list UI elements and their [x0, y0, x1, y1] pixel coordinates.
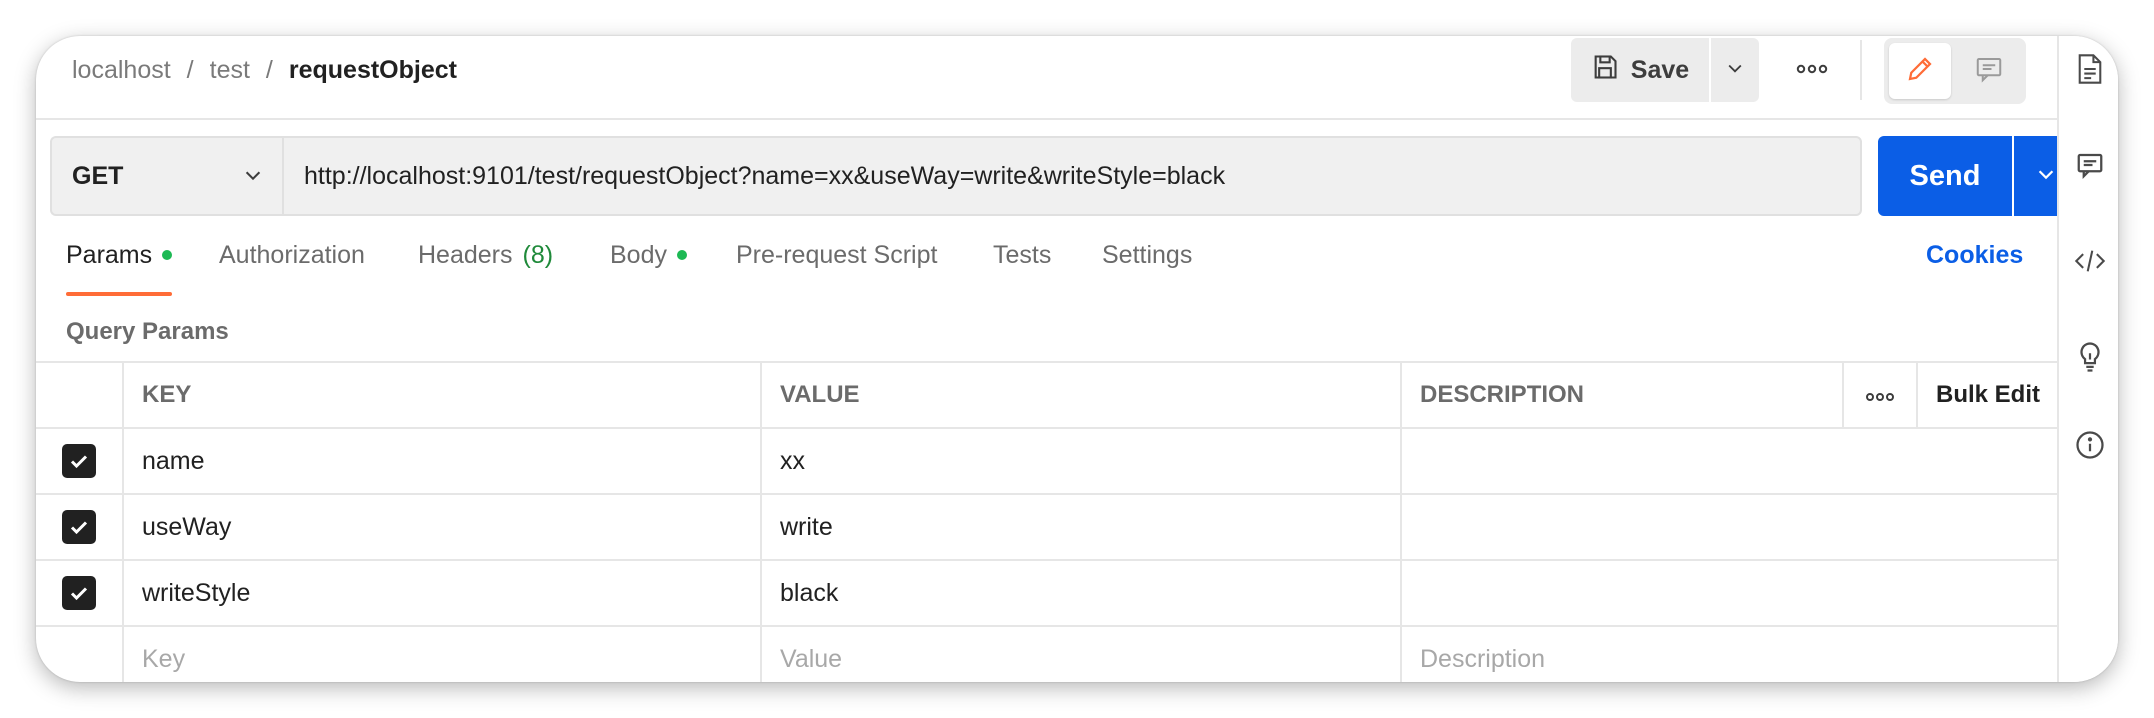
breadcrumb-separator: /	[265, 56, 273, 84]
save-button[interactable]: Save	[1571, 38, 1709, 102]
right-sidebar	[2057, 36, 2118, 682]
param-description[interactable]	[1402, 561, 2058, 625]
chevron-down-icon	[1725, 58, 1745, 83]
active-tab-indicator	[66, 292, 172, 296]
tab-prerequest-script[interactable]: Pre-request Script	[736, 240, 937, 270]
request-window: localhost / test / requestObject Save GE…	[36, 36, 2118, 682]
bulk-edit-button[interactable]: Bulk Edit	[1918, 363, 2058, 427]
status-dot	[162, 250, 173, 260]
column-options-button[interactable]	[1844, 363, 1918, 427]
method-select[interactable]: GET	[50, 136, 282, 216]
floppy-disk-icon	[1591, 53, 1619, 88]
breadcrumb: localhost / test / requestObject	[72, 56, 457, 84]
header-checkbox-cell	[36, 363, 124, 427]
tab-params[interactable]: Params	[66, 240, 173, 270]
param-value[interactable]: xx	[762, 429, 1402, 493]
breadcrumb-item-collection[interactable]: localhost	[72, 56, 171, 84]
save-options-button[interactable]	[1711, 38, 1759, 102]
row-checkbox-cell	[36, 627, 124, 682]
param-description[interactable]	[1402, 429, 2058, 493]
table-header-row: KEY VALUE DESCRIPTION Bulk Edit	[36, 363, 2058, 429]
column-header-value: VALUE	[762, 363, 1402, 427]
table-row: name xx	[36, 429, 2058, 495]
table-row-new: Key Value Description	[36, 627, 2058, 682]
new-description-input[interactable]: Description	[1402, 627, 2058, 682]
breadcrumb-item-folder[interactable]: test	[210, 56, 250, 84]
tab-settings[interactable]: Settings	[1102, 240, 1192, 270]
row-checkbox-cell	[36, 561, 124, 625]
query-params-table: KEY VALUE DESCRIPTION Bulk Edit name xx	[36, 361, 2058, 682]
chevron-down-icon	[242, 164, 264, 193]
send-button[interactable]: Send	[1878, 136, 2012, 216]
comment-mode-button[interactable]	[1958, 43, 2020, 99]
cookies-link[interactable]: Cookies	[1926, 240, 2023, 270]
row-checkbox[interactable]	[62, 444, 96, 478]
save-label: Save	[1630, 55, 1690, 84]
tab-tests[interactable]: Tests	[993, 240, 1051, 270]
ellipsis-icon	[1796, 61, 1828, 79]
column-header-description: DESCRIPTION	[1402, 363, 1844, 427]
url-input[interactable]: http://localhost:9101/test/requestObject…	[282, 136, 1862, 216]
info-icon[interactable]	[2073, 428, 2107, 462]
tab-headers[interactable]: Headers (8)	[418, 240, 553, 270]
new-value-input[interactable]: Value	[762, 627, 1402, 682]
row-checkbox-cell	[36, 495, 124, 559]
checkmark-icon	[70, 587, 88, 601]
param-value[interactable]: write	[762, 495, 1402, 559]
more-actions-button[interactable]	[1782, 38, 1842, 102]
param-key[interactable]: name	[124, 429, 762, 493]
headers-count-badge: (8)	[522, 241, 554, 269]
header-divider	[1860, 40, 1862, 100]
tab-label: Params	[66, 241, 153, 269]
param-value[interactable]: black	[762, 561, 1402, 625]
table-row: writeStyle black	[36, 561, 2058, 627]
tab-label: Body	[610, 241, 667, 269]
tab-authorization[interactable]: Authorization	[219, 240, 365, 270]
code-icon[interactable]	[2073, 244, 2107, 278]
param-description[interactable]	[1402, 495, 2058, 559]
param-key[interactable]: writeStyle	[124, 561, 762, 625]
row-checkbox[interactable]	[62, 510, 96, 544]
request-name[interactable]: requestObject	[289, 56, 457, 84]
pencil-icon	[1905, 54, 1935, 89]
document-icon[interactable]	[2073, 52, 2107, 86]
view-mode-toggle	[1884, 38, 2026, 104]
query-params-heading: Query Params	[66, 318, 229, 345]
status-dot	[676, 250, 687, 260]
new-key-input[interactable]: Key	[124, 627, 762, 682]
column-header-key: KEY	[124, 363, 762, 427]
table-row: useWay write	[36, 495, 2058, 561]
checkmark-icon	[70, 455, 88, 469]
row-checkbox[interactable]	[62, 576, 96, 610]
tab-body[interactable]: Body	[610, 240, 687, 270]
checkmark-icon	[70, 521, 88, 535]
chevron-down-icon	[2035, 163, 2057, 190]
lightbulb-icon[interactable]	[2073, 340, 2107, 374]
request-header: localhost / test / requestObject Save	[36, 36, 2058, 120]
comment-icon[interactable]	[2073, 148, 2107, 182]
method-label: GET	[72, 161, 124, 190]
param-key[interactable]: useWay	[124, 495, 762, 559]
breadcrumb-separator: /	[186, 56, 194, 84]
comment-icon	[1974, 54, 2004, 89]
edit-mode-button[interactable]	[1889, 43, 1951, 99]
request-editor: localhost / test / requestObject Save GE…	[36, 36, 2078, 682]
ellipsis-icon	[1865, 381, 1895, 409]
tab-label: Headers	[418, 241, 513, 269]
row-checkbox-cell	[36, 429, 124, 493]
